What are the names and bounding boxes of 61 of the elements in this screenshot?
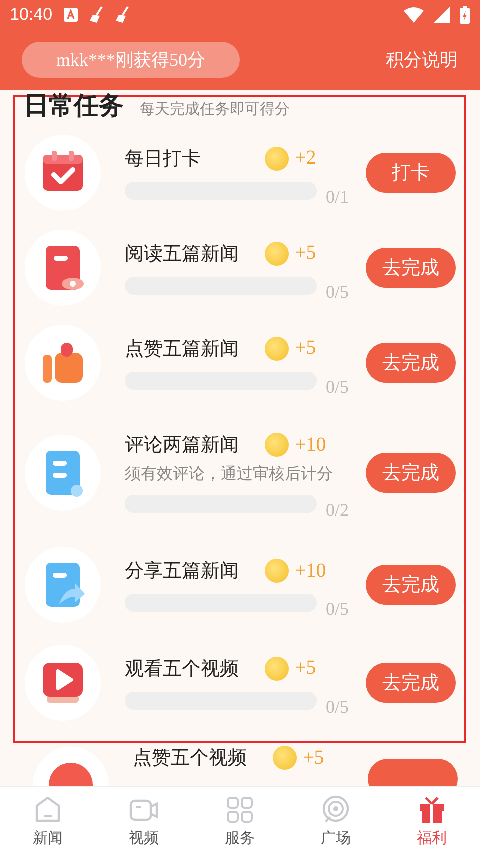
- task-title: 观看五个视频: [125, 658, 240, 682]
- progress-count: 0/1: [326, 188, 350, 206]
- book-icon: [46, 246, 84, 290]
- video-play-icon: [43, 662, 83, 702]
- points-ticker: mkk***刚获得50分: [22, 42, 240, 78]
- nav-tab[interactable]: 福利: [384, 787, 480, 854]
- coin-icon: [265, 433, 289, 457]
- task-title: 分享五篇新闻: [125, 560, 240, 584]
- section-subtitle: 每天完成任务即可得分: [140, 100, 290, 119]
- nav-tab[interactable]: 新闻: [0, 787, 96, 854]
- task-title: 每日打卡: [125, 148, 202, 172]
- reward-points: +10: [295, 560, 326, 582]
- coin-icon: [273, 746, 297, 770]
- nav-tab[interactable]: 广场: [288, 787, 384, 854]
- reward-points: +5: [295, 242, 316, 265]
- share-document-icon: [46, 563, 85, 607]
- task-action-button[interactable]: 去完成: [366, 342, 456, 382]
- progress-count: 0/5: [326, 282, 350, 300]
- task-action-button[interactable]: 打卡: [366, 152, 456, 192]
- gift-icon: [417, 794, 447, 824]
- battery-icon: [460, 6, 470, 24]
- task-action-button[interactable]: 去完成: [366, 565, 456, 605]
- coin-icon: [265, 146, 289, 170]
- broom-icon: [88, 6, 105, 24]
- wifi-icon: [404, 6, 424, 24]
- broom-icon: [114, 6, 131, 24]
- calendar-icon: [43, 150, 83, 190]
- progress-count: 0/2: [326, 501, 350, 519]
- task-action-button[interactable]: 去完成: [366, 452, 456, 492]
- section-title: 日常任务: [24, 92, 124, 122]
- progress-count: 0/5: [326, 698, 350, 716]
- task-note: 须有效评论，通过审核后计分: [125, 464, 334, 485]
- grid-icon: [225, 794, 255, 824]
- reward-points: +5: [295, 337, 316, 360]
- thumbs-up-icon: [43, 342, 83, 382]
- reward-points: +10: [295, 434, 326, 456]
- progress-count: 0/5: [326, 378, 350, 396]
- reward-points: +5: [303, 746, 324, 770]
- coin-icon: [265, 242, 289, 266]
- coin-icon: [265, 559, 289, 583]
- task-icon: [49, 763, 93, 786]
- progress-count: 0/5: [326, 600, 350, 618]
- task-title: 阅读五篇新闻: [125, 242, 240, 266]
- nav-tab[interactable]: 视频: [96, 787, 192, 854]
- document-icon: [46, 450, 83, 496]
- nav-tab[interactable]: 服务: [192, 787, 288, 854]
- status-time: 10:40: [10, 5, 53, 25]
- task-action-button[interactable]: 去完成: [366, 662, 456, 702]
- target-icon: [321, 794, 351, 824]
- task-title: 点赞五篇新闻: [125, 338, 240, 362]
- task-title: 点赞五个视频: [133, 747, 248, 771]
- reward-points: +2: [295, 147, 316, 170]
- task-title: 评论两篇新闻: [125, 434, 240, 458]
- reward-points: +5: [295, 657, 316, 680]
- points-rules-link[interactable]: 积分说明: [386, 48, 458, 72]
- coin-icon: [265, 336, 289, 360]
- app-notification-icon: [62, 6, 79, 24]
- task-action-button[interactable]: 去完成: [366, 248, 456, 288]
- signal-icon: [434, 6, 450, 24]
- coin-icon: [265, 656, 289, 680]
- home-icon: [33, 794, 63, 824]
